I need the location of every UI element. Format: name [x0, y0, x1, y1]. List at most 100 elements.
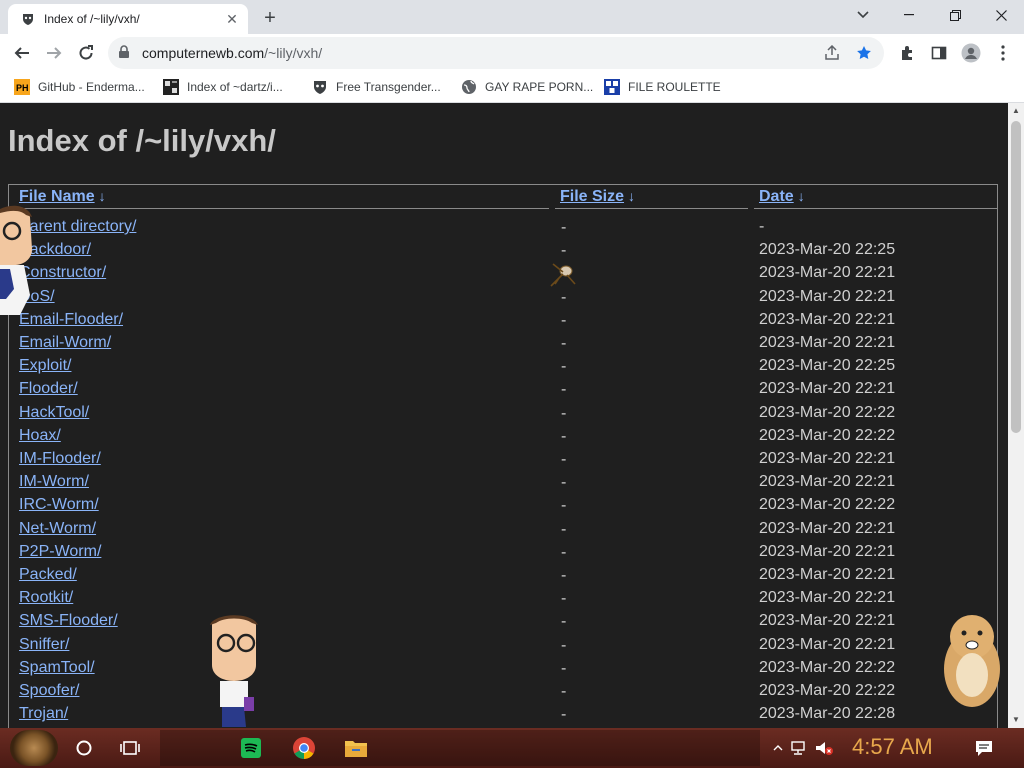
- directory-link[interactable]: Sniffer/: [19, 636, 69, 654]
- modified-date: 2023-Mar-20 22:21: [759, 566, 896, 583]
- table-row: Packed/ - 2023-Mar-20 22:21: [9, 564, 997, 587]
- reload-button[interactable]: [74, 41, 98, 65]
- roulette-icon: [604, 79, 620, 95]
- new-tab-button[interactable]: +: [258, 6, 282, 30]
- close-icon: [995, 9, 1007, 21]
- directory-link[interactable]: Flooder/: [19, 380, 78, 398]
- chevron-up-icon: [773, 745, 783, 751]
- directory-link[interactable]: Hoax/: [19, 427, 61, 445]
- table-row: IRC-Worm/ - 2023-Mar-20 22:22: [9, 494, 997, 517]
- directory-link[interactable]: P2P-Worm/: [19, 543, 101, 561]
- modified-date: 2023-Mar-20 22:21: [759, 334, 896, 351]
- minimize-icon: [904, 14, 914, 16]
- modified-date: 2023-Mar-20 22:22: [759, 682, 896, 699]
- directory-link[interactable]: Email-Worm/: [19, 334, 111, 352]
- bookmark-item[interactable]: GAY RAPE PORN...: [461, 78, 593, 96]
- start-button-icon[interactable]: [10, 730, 58, 766]
- chrome-icon[interactable]: [290, 734, 318, 762]
- sort-arrow-icon[interactable]: ↓: [798, 188, 805, 204]
- modified-date: 2023-Mar-20 22:21: [759, 589, 896, 607]
- directory-link[interactable]: Packed/: [19, 566, 77, 584]
- restore-button[interactable]: [932, 0, 978, 30]
- directory-link[interactable]: Trojan/: [19, 705, 68, 723]
- extensions-icon[interactable]: [896, 42, 918, 64]
- scroll-down-icon[interactable]: ▼: [1012, 715, 1020, 724]
- modified-date: 2023-Mar-20 22:21: [759, 450, 896, 467]
- bookmark-item[interactable]: Free Transgender...: [312, 78, 441, 96]
- url-host: computernewb.com: [142, 45, 265, 61]
- table-row: Hoax/ - 2023-Mar-20 22:22: [9, 425, 997, 448]
- back-button[interactable]: [10, 41, 34, 65]
- column-header-date[interactable]: Date ↓: [759, 188, 805, 206]
- sort-arrow-icon[interactable]: ↓: [99, 188, 106, 204]
- bookmark-item[interactable]: FILE ROULETTE: [604, 78, 721, 96]
- mask-icon: [312, 79, 328, 95]
- bookmark-label: Free Transgender...: [336, 80, 441, 94]
- file-size: -: [561, 311, 567, 329]
- directory-link[interactable]: Spoofer/: [19, 682, 79, 700]
- modified-date: 2023-Mar-20 22:21: [759, 519, 896, 537]
- address-bar[interactable]: computernewb.com/~lily/vxh/: [108, 37, 884, 69]
- file-size: -: [561, 219, 567, 236]
- table-row: Backdoor/-2023-Mar-20 22:25: [9, 239, 997, 262]
- bookmark-label: GitHub - Enderma...: [38, 80, 145, 94]
- directory-link[interactable]: Rootkit/: [19, 589, 73, 607]
- sort-by-size-link[interactable]: File Size: [560, 188, 624, 205]
- notifications-icon[interactable]: [970, 734, 998, 762]
- directory-link[interactable]: SMS-Flooder/: [19, 612, 118, 630]
- tab-close-icon[interactable]: ✕: [224, 11, 240, 27]
- bookmark-item[interactable]: Index of ~dartz/i...: [163, 78, 283, 96]
- side-panel-icon[interactable]: [928, 42, 950, 64]
- modified-date: 2023-Mar-20 22:21: [759, 287, 896, 305]
- modified-date: -: [759, 218, 765, 235]
- close-window-button[interactable]: [978, 0, 1024, 30]
- file-size: -: [561, 404, 567, 422]
- file-size: -: [561, 636, 567, 654]
- share-icon[interactable]: [824, 44, 840, 66]
- profile-avatar-icon[interactable]: [960, 42, 982, 64]
- svg-text:PH: PH: [16, 83, 29, 93]
- network-icon[interactable]: [784, 734, 812, 762]
- sort-by-date-link[interactable]: Date: [759, 188, 794, 205]
- sort-arrow-icon[interactable]: ↓: [628, 188, 635, 204]
- table-row: Flooder/ - 2023-Mar-20 22:21: [9, 378, 997, 401]
- bookmark-label: FILE ROULETTE: [628, 80, 721, 94]
- table-row: SpamTool/ - 2023-Mar-20 22:22: [9, 657, 997, 680]
- directory-link[interactable]: Exploit/: [19, 357, 71, 375]
- table-row: HackTool/ - 2023-Mar-20 22:22: [9, 402, 997, 425]
- scrollbar-thumb[interactable]: [1011, 121, 1021, 433]
- spotify-icon[interactable]: [237, 734, 265, 762]
- globe-icon: [461, 79, 477, 95]
- modified-date: 2023-Mar-20 22:21: [759, 542, 896, 560]
- header-divider: [555, 208, 748, 209]
- directory-link[interactable]: IM-Worm/: [19, 473, 89, 491]
- tab-strip: Index of /~lily/vxh/ ✕ +: [0, 0, 1024, 34]
- directory-link[interactable]: SpamTool/: [19, 659, 95, 677]
- task-view-icon[interactable]: [116, 734, 144, 762]
- page-content: Index of /~lily/vxh/ File Name ↓ File Siz…: [0, 103, 1008, 728]
- directory-link[interactable]: IM-Flooder/: [19, 450, 101, 468]
- file-size: -: [561, 683, 567, 700]
- cortana-icon[interactable]: [70, 734, 98, 762]
- table-row: DoS/-2023-Mar-20 22:21: [9, 286, 997, 309]
- scroll-up-icon[interactable]: ▲: [1012, 106, 1020, 115]
- column-header-size[interactable]: File Size ↓: [560, 188, 635, 206]
- bookmark-star-icon[interactable]: [856, 45, 872, 66]
- forward-button[interactable]: [42, 41, 66, 65]
- page-scrollbar[interactable]: ▲ ▼: [1008, 103, 1024, 728]
- bookmark-item[interactable]: PH GitHub - Enderma...: [14, 78, 145, 96]
- file-explorer-icon[interactable]: [342, 734, 370, 762]
- directory-link[interactable]: IRC-Worm/: [19, 496, 99, 514]
- directory-link[interactable]: Parent directory/: [19, 218, 136, 236]
- file-size: -: [561, 590, 567, 608]
- directory-link[interactable]: Net-Worm/: [19, 520, 96, 538]
- minimize-button[interactable]: [886, 0, 932, 30]
- menu-kebab-icon[interactable]: [992, 42, 1014, 64]
- tab-active[interactable]: Index of /~lily/vxh/ ✕: [8, 4, 248, 34]
- taskbar-clock[interactable]: 4:57 AM: [852, 734, 933, 760]
- tab-search-button[interactable]: [840, 0, 886, 30]
- modified-date: 2023-Mar-20 22:22: [759, 658, 896, 676]
- directory-link[interactable]: HackTool/: [19, 404, 89, 422]
- url-text: computernewb.com/~lily/vxh/: [142, 45, 322, 61]
- muted-speaker-icon[interactable]: [810, 734, 838, 762]
